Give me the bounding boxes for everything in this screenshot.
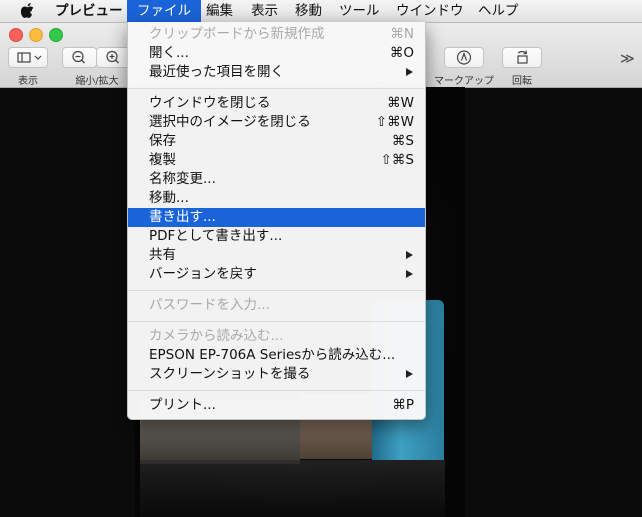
menu-item-shortcut: ⌘O <box>389 45 414 61</box>
menu-item-share[interactable]: 共有 <box>128 246 425 265</box>
menu-item-shortcut: ⇧⌘W <box>375 114 414 130</box>
menu-item-label: 保存 <box>149 133 176 149</box>
menu-item-label: 名称変更... <box>149 171 216 187</box>
submenu-arrow-icon <box>406 251 413 259</box>
menu-item-close-window[interactable]: ウインドウを閉じる ⌘W <box>128 94 425 113</box>
menu-item-label: プリント... <box>149 397 216 413</box>
menu-go[interactable]: 移動 <box>295 0 322 22</box>
menu-separator <box>128 88 425 89</box>
menu-item-import-from-scanner[interactable]: EPSON EP-706A Seriesから読み込む... <box>128 346 425 365</box>
menu-item-label: クリップボードから新規作成 <box>149 26 325 42</box>
menu-item-label: スクリーンショットを撮る <box>149 366 311 382</box>
rotate-button[interactable] <box>502 47 542 68</box>
menu-item-shortcut: ⌘W <box>387 95 414 111</box>
submenu-arrow-icon <box>406 370 413 378</box>
menu-help[interactable]: ヘルプ <box>478 0 519 22</box>
menu-separator <box>128 390 425 391</box>
menu-file[interactable]: ファイル <box>127 0 201 22</box>
zoom-label: 縮小/拡大 <box>75 76 119 87</box>
menu-item-close-selected-image[interactable]: 選択中のイメージを閉じる ⇧⌘W <box>128 113 425 132</box>
menu-item-open[interactable]: 開く... ⌘O <box>128 44 425 63</box>
menu-edit[interactable]: 編集 <box>206 0 233 22</box>
menu-item-label: 複製 <box>149 152 176 168</box>
minimize-button[interactable] <box>29 28 43 42</box>
menu-item-revert-to[interactable]: バージョンを戻す <box>128 265 425 284</box>
menu-item-label: 移動... <box>149 190 189 206</box>
rotate-label: 回転 <box>512 76 532 87</box>
menu-item-enter-password[interactable]: パスワードを入力... <box>128 296 425 315</box>
menu-item-label: カメラから読み込む... <box>149 328 284 344</box>
menu-item-new-from-clipboard[interactable]: クリップボードから新規作成 ⌘N <box>128 25 425 44</box>
zoom-in-icon <box>106 50 119 64</box>
toolbar-overflow-button[interactable]: ≫ <box>620 51 635 67</box>
menu-item-shortcut: ⇧⌘S <box>380 152 414 168</box>
markup-button[interactable] <box>444 47 484 68</box>
menu-item-label: バージョンを戻す <box>149 266 257 282</box>
menu-item-take-screenshot[interactable]: スクリーンショットを撮る <box>128 365 425 384</box>
rotate-icon <box>517 50 528 64</box>
menu-item-duplicate[interactable]: 複製 ⇧⌘S <box>128 151 425 170</box>
menu-item-export-as-pdf[interactable]: PDFとして書き出す... <box>128 227 425 246</box>
menu-separator <box>128 321 425 322</box>
menu-item-label: PDFとして書き出す... <box>149 228 283 244</box>
submenu-arrow-icon <box>406 270 413 278</box>
zoom-out-button[interactable] <box>62 47 97 68</box>
menu-item-move[interactable]: 移動... <box>128 189 425 208</box>
menu-item-label: 書き出す... <box>149 209 216 225</box>
menu-item-export[interactable]: 書き出す... <box>128 208 425 227</box>
menu-item-label: 開く... <box>149 45 189 61</box>
view-menu-button[interactable] <box>8 47 48 68</box>
menu-separator <box>128 290 425 291</box>
menu-item-label: 最近使った項目を開く <box>149 64 284 80</box>
zoom-out-icon <box>72 50 85 64</box>
menu-item-shortcut: ⌘N <box>390 26 414 42</box>
menu-item-label: ウインドウを閉じる <box>149 95 271 111</box>
menu-item-rename[interactable]: 名称変更... <box>128 170 425 189</box>
menu-preview[interactable]: プレビュー <box>55 0 123 22</box>
view-label: 表示 <box>18 76 38 87</box>
sidebar-icon <box>17 52 42 63</box>
menu-item-open-recent[interactable]: 最近使った項目を開く <box>128 63 425 82</box>
menu-window[interactable]: ウインドウ <box>396 0 464 22</box>
apple-icon[interactable] <box>21 3 34 18</box>
close-button[interactable] <box>9 28 23 42</box>
menu-item-label: パスワードを入力... <box>149 297 270 313</box>
menu-item-save[interactable]: 保存 ⌘S <box>128 132 425 151</box>
menu-item-print[interactable]: プリント... ⌘P <box>128 396 425 415</box>
menu-item-shortcut: ⌘P <box>392 397 414 413</box>
zoom-window-button[interactable] <box>49 28 63 42</box>
zoom-in-button[interactable] <box>96 47 131 68</box>
menu-view[interactable]: 表示 <box>251 0 278 22</box>
markup-label: マークアップ <box>434 76 494 87</box>
menu-item-label: 共有 <box>149 247 176 263</box>
menu-item-label: EPSON EP-706A Seriesから読み込む... <box>149 347 396 363</box>
menu-item-label: 選択中のイメージを閉じる <box>149 114 311 130</box>
device-reflection <box>140 460 445 517</box>
markup-pen-icon <box>456 50 472 65</box>
menu-tools[interactable]: ツール <box>339 0 380 22</box>
submenu-arrow-icon <box>406 68 413 76</box>
menu-item-import-from-camera[interactable]: カメラから読み込む... <box>128 327 425 346</box>
menu-bar: プレビュー ファイル 編集 表示 移動 ツール ウインドウ ヘルプ <box>0 0 642 23</box>
menu-item-shortcut: ⌘S <box>391 133 414 149</box>
file-menu: クリップボードから新規作成 ⌘N 開く... ⌘O 最近使った項目を開く ウイン… <box>127 22 426 420</box>
